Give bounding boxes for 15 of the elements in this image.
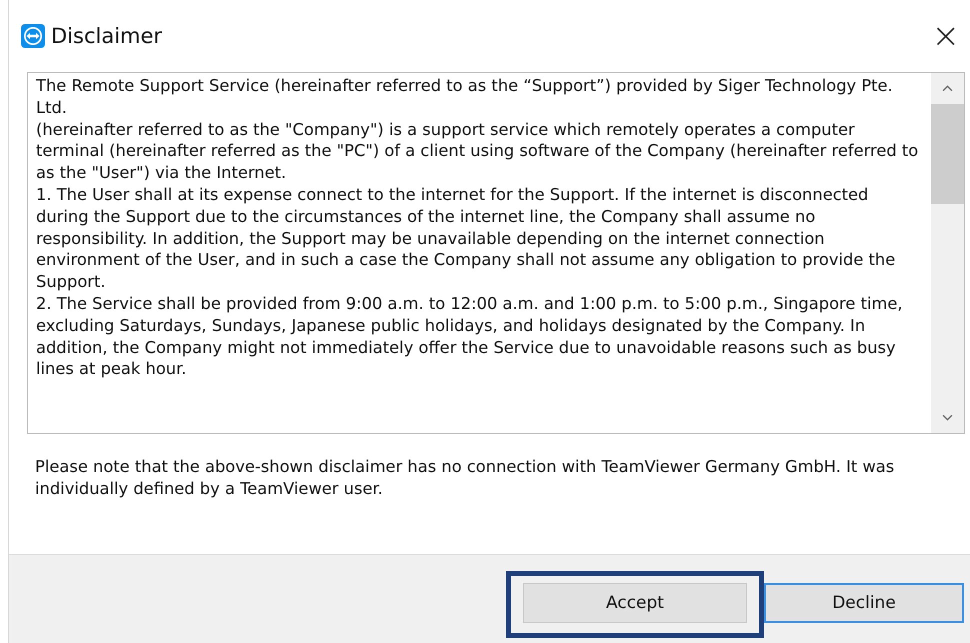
decline-button[interactable]: Decline bbox=[764, 583, 964, 623]
disclaimer-paragraph: 1. The User shall at its expense connect to the internet for the Support. If the internet is disconnected during the Support due to the circumstances of the internet line, the Company shall assume no responsibility. In addition, the Support may be unavailable depending on the internet connection environment of the User, and in such a case the Company shall not assume any obligation to provide the Support. bbox=[36, 184, 896, 293]
scroll-up-icon[interactable] bbox=[942, 85, 953, 92]
scroll-down-icon[interactable] bbox=[942, 414, 953, 421]
close-button[interactable]: × bbox=[924, 19, 968, 53]
disclaimer-text-box[interactable] bbox=[27, 72, 965, 434]
accept-button[interactable]: Accept bbox=[523, 583, 747, 623]
note-text: Please note that the above-shown disclaimer has no connection with TeamViewer Germany GmbH. It was individually defined by a TeamViewer user. bbox=[35, 456, 896, 500]
disclaimer-paragraph: The Remote Support Service (hereinafter referred to as the “Support”) provided by Siger Technology Pte. Ltd. bbox=[36, 75, 894, 119]
scrollbar-thumb[interactable] bbox=[931, 104, 964, 204]
disclaimer-paragraph: (hereinafter referred to as the "Company") is a support service which remotely operates a computer terminal (hereinafter referred as the "PC") of a client using software of the Company (hereinafter referred to as the "User") via the Internet. bbox=[36, 118, 920, 184]
window-title: Disclaimer bbox=[51, 24, 164, 48]
scrollbar[interactable] bbox=[931, 73, 964, 433]
app-logo-icon bbox=[21, 24, 45, 48]
disclaimer-paragraph: 2. The Service shall be provided from 9:00 a.m. to 12:00 a.m. and 1:00 p.m. to 5:00 p.m., Singapore time, excluding Saturdays, Sundays, Japanese public holidays, and holidays designated by the Company. In addition, the Company might not immediately offer the Service due to unavoidable reasons such as busy lines at peak hour. bbox=[36, 292, 904, 380]
